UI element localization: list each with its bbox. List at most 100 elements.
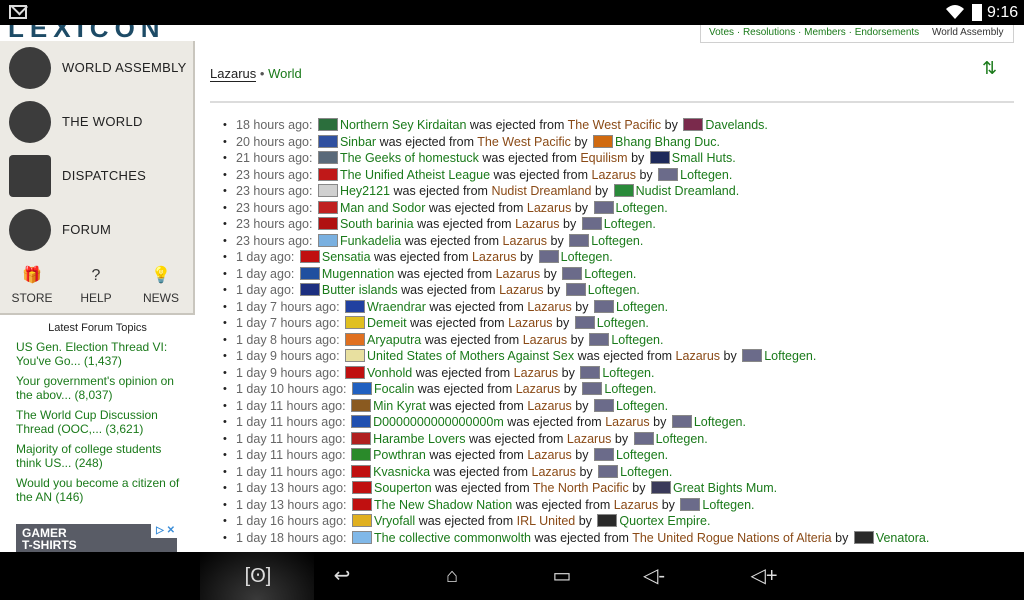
nav-the-world[interactable]: THE WORLD bbox=[0, 95, 194, 149]
actor-link[interactable]: Loftegen. bbox=[561, 250, 613, 264]
link-members[interactable]: Members bbox=[804, 27, 846, 38]
volume-up-button[interactable]: ◁+ bbox=[744, 562, 784, 590]
volume-down-button[interactable]: ◁- bbox=[634, 562, 674, 590]
nav-store[interactable]: 🎁 STORE bbox=[0, 266, 64, 306]
region-link[interactable]: Lazarus bbox=[503, 234, 547, 248]
actor-link[interactable]: Loftegen. bbox=[611, 333, 663, 347]
region-link[interactable]: Lazarus bbox=[515, 217, 559, 231]
forum-topic[interactable]: Would you become a citizen of the AN (14… bbox=[16, 476, 188, 504]
actor-link[interactable]: Loftegen. bbox=[591, 234, 643, 248]
screenshot-button[interactable]: [ʘ] bbox=[238, 562, 278, 590]
region-link[interactable]: The United Rogue Nations of Alteria bbox=[632, 531, 831, 545]
nation-link[interactable]: Wraendrar bbox=[367, 300, 426, 314]
recents-button[interactable]: ▭ bbox=[542, 562, 582, 590]
region-link[interactable]: Lazarus bbox=[605, 415, 649, 429]
actor-link[interactable]: Loftegen. bbox=[604, 217, 656, 231]
region-link[interactable]: Lazarus bbox=[527, 300, 571, 314]
region-link[interactable]: Lazarus bbox=[592, 168, 636, 182]
region-link[interactable]: Lazarus bbox=[516, 382, 560, 396]
nation-link[interactable]: Sensatia bbox=[322, 250, 371, 264]
nation-link[interactable]: Kvasnicka bbox=[373, 465, 430, 479]
forum-topic[interactable]: Majority of college students think US...… bbox=[16, 442, 188, 470]
region-link[interactable]: Lazarus bbox=[567, 432, 611, 446]
actor-link[interactable]: Loftegen. bbox=[597, 316, 649, 330]
site-logo[interactable]: LEXICON bbox=[0, 25, 190, 41]
actor-link[interactable]: Loftegen. bbox=[588, 283, 640, 297]
region-link[interactable]: IRL United bbox=[517, 514, 576, 528]
breadcrumb-world[interactable]: World bbox=[268, 66, 302, 81]
nation-link[interactable]: Hey2121 bbox=[340, 184, 390, 198]
actor-link[interactable]: Loftegen. bbox=[616, 448, 668, 462]
nation-link[interactable]: Souperton bbox=[374, 481, 432, 495]
link-resolutions[interactable]: Resolutions bbox=[743, 27, 795, 38]
forum-topic[interactable]: US Gen. Election Thread VI: You've Go...… bbox=[16, 340, 188, 368]
nation-link[interactable]: Aryaputra bbox=[367, 333, 421, 347]
region-link[interactable]: Lazarus bbox=[499, 283, 543, 297]
forum-topic[interactable]: Your government's opinion on the abov...… bbox=[16, 374, 188, 402]
actor-link[interactable]: Great Bights Mum. bbox=[673, 481, 777, 495]
nation-link[interactable]: Northern Sey Kirdaitan bbox=[340, 118, 466, 132]
sort-icon[interactable]: ⇅ bbox=[982, 58, 997, 79]
nation-link[interactable]: The New Shadow Nation bbox=[374, 498, 512, 512]
actor-link[interactable]: Loftegen. bbox=[764, 349, 816, 363]
link-world-assembly[interactable]: World Assembly bbox=[932, 27, 1004, 38]
back-button[interactable]: ↩ bbox=[322, 562, 362, 590]
nation-link[interactable]: Man and Sodor bbox=[340, 201, 425, 215]
region-link[interactable]: Lazarus bbox=[676, 349, 720, 363]
actor-link[interactable]: Loftegen. bbox=[656, 432, 708, 446]
region-link[interactable]: Lazarus bbox=[508, 316, 552, 330]
region-link[interactable]: The North Pacific bbox=[533, 481, 629, 495]
region-link[interactable]: Lazarus bbox=[527, 399, 571, 413]
nation-link[interactable]: The Unified Atheist League bbox=[340, 168, 490, 182]
nation-link[interactable]: The collective commonwolth bbox=[374, 531, 531, 545]
link-votes[interactable]: Votes bbox=[709, 27, 734, 38]
region-link[interactable]: Lazarus bbox=[472, 250, 516, 264]
nav-forum[interactable]: FORUM bbox=[0, 203, 194, 257]
nation-link[interactable]: Vonhold bbox=[367, 366, 412, 380]
nation-link[interactable]: Mugennation bbox=[322, 267, 394, 281]
actor-link[interactable]: Loftegen. bbox=[680, 168, 732, 182]
advertisement-banner[interactable]: GAMER T-SHIRTS ▷ ✕ bbox=[16, 524, 177, 552]
forum-topic[interactable]: The World Cup Discussion Thread (OOC,...… bbox=[16, 408, 188, 436]
actor-link[interactable]: Loftegen. bbox=[616, 201, 668, 215]
nation-link[interactable]: United States of Mothers Against Sex bbox=[367, 349, 574, 363]
actor-link[interactable]: Loftegen. bbox=[604, 382, 656, 396]
region-link[interactable]: The West Pacific bbox=[568, 118, 662, 132]
actor-link[interactable]: Loftegen. bbox=[584, 267, 636, 281]
nation-link[interactable]: Powthran bbox=[373, 448, 426, 462]
nation-link[interactable]: Min Kyrat bbox=[373, 399, 426, 413]
actor-link[interactable]: Bhang Bhang Duc. bbox=[615, 135, 720, 149]
nation-link[interactable]: South barinia bbox=[340, 217, 414, 231]
nation-link[interactable]: Focalin bbox=[374, 382, 414, 396]
actor-link[interactable]: Loftegen. bbox=[616, 300, 668, 314]
nav-world-assembly[interactable]: WORLD ASSEMBLY bbox=[0, 41, 194, 95]
region-link[interactable]: Lazarus bbox=[514, 366, 558, 380]
link-endorsements[interactable]: Endorsements bbox=[855, 27, 919, 38]
breadcrumb-region[interactable]: Lazarus bbox=[210, 66, 257, 82]
region-link[interactable]: Lazarus bbox=[523, 333, 567, 347]
region-link[interactable]: Lazarus bbox=[496, 267, 540, 281]
nation-link[interactable]: Demeit bbox=[367, 316, 407, 330]
nation-link[interactable]: Harambe Lovers bbox=[373, 432, 465, 446]
ad-close-icon[interactable]: ▷ ✕ bbox=[151, 524, 177, 538]
region-link[interactable]: The West Pacific bbox=[477, 135, 571, 149]
actor-link[interactable]: Loftegen. bbox=[616, 399, 668, 413]
nation-link[interactable]: Sinbar bbox=[340, 135, 376, 149]
actor-link[interactable]: Nudist Dreamland. bbox=[636, 184, 740, 198]
nav-help[interactable]: ? HELP bbox=[64, 266, 128, 306]
region-link[interactable]: Lazarus bbox=[532, 465, 576, 479]
region-link[interactable]: Lazarus bbox=[614, 498, 658, 512]
region-link[interactable]: Lazarus bbox=[527, 448, 571, 462]
home-button[interactable]: ⌂ bbox=[432, 562, 472, 590]
actor-link[interactable]: Loftegen. bbox=[602, 366, 654, 380]
actor-link[interactable]: Loftegen. bbox=[702, 498, 754, 512]
region-link[interactable]: Nudist Dreamland bbox=[491, 184, 591, 198]
nation-link[interactable]: The Geeks of homestuck bbox=[340, 151, 479, 165]
actor-link[interactable]: Small Huts. bbox=[672, 151, 736, 165]
nation-link[interactable]: Vryofall bbox=[374, 514, 415, 528]
actor-link[interactable]: Loftegen. bbox=[694, 415, 746, 429]
actor-link[interactable]: Quortex Empire. bbox=[619, 514, 710, 528]
nav-news[interactable]: 💡 NEWS bbox=[129, 266, 193, 306]
region-link[interactable]: Equilism bbox=[580, 151, 627, 165]
nation-link[interactable]: D0000000000000000m bbox=[373, 415, 504, 429]
